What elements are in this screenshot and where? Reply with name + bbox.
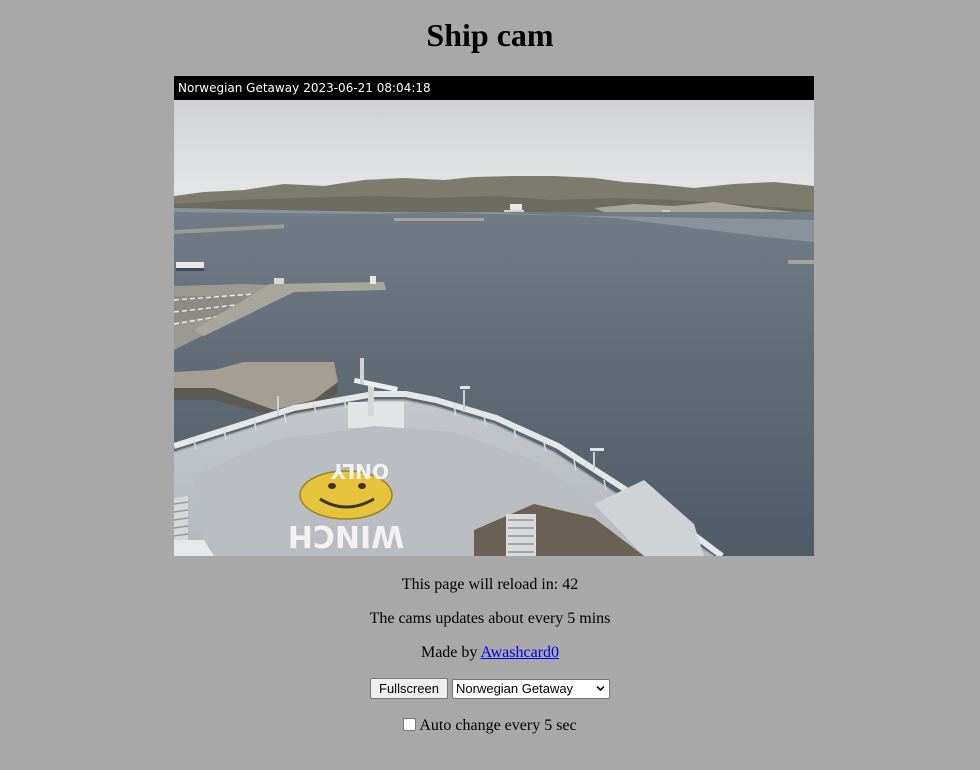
deck-text-only: ONLY bbox=[331, 459, 389, 483]
cam-timestamp-overlay: Norwegian Getaway 2023-06-21 08:04:18 bbox=[174, 76, 814, 100]
cam-ship-name: Norwegian Getaway bbox=[178, 81, 300, 95]
deck-stairs bbox=[506, 514, 536, 556]
chevron-down-icon bbox=[596, 685, 605, 691]
cam-controls: Fullscreen Norwegian Getaway bbox=[0, 678, 980, 699]
auto-change-checkbox[interactable] bbox=[403, 718, 417, 731]
auto-change-label: Auto change every 5 sec bbox=[419, 717, 577, 734]
made-by-prefix: Made by bbox=[420, 644, 481, 661]
author-link[interactable]: Awashcard0 bbox=[481, 644, 560, 661]
ship-select-value: Norwegian Getaway bbox=[456, 680, 574, 696]
page-title: Ship cam bbox=[426, 17, 554, 53]
ship-cam-image: Norwegian Getaway 2023-06-21 08:04:18 ON… bbox=[174, 76, 814, 556]
bow-mast bbox=[348, 402, 404, 428]
fullscreen-button[interactable]: Fullscreen bbox=[370, 678, 448, 699]
reload-countdown: This page will reload in: 42 bbox=[401, 576, 579, 593]
deck-text-winch: WINCH bbox=[288, 518, 404, 553]
update-frequency-note: The cams updates about every 5 mins bbox=[369, 610, 611, 627]
harbor-view-photo: ONLY WINCH bbox=[174, 100, 814, 556]
auto-change-row: Auto change every 5 sec bbox=[0, 717, 980, 735]
made-by-line: Made by Awashcard0 bbox=[0, 644, 980, 662]
ship-select[interactable]: Norwegian Getaway bbox=[452, 678, 610, 699]
cam-timestamp: 2023-06-21 08:04:18 bbox=[303, 81, 431, 95]
